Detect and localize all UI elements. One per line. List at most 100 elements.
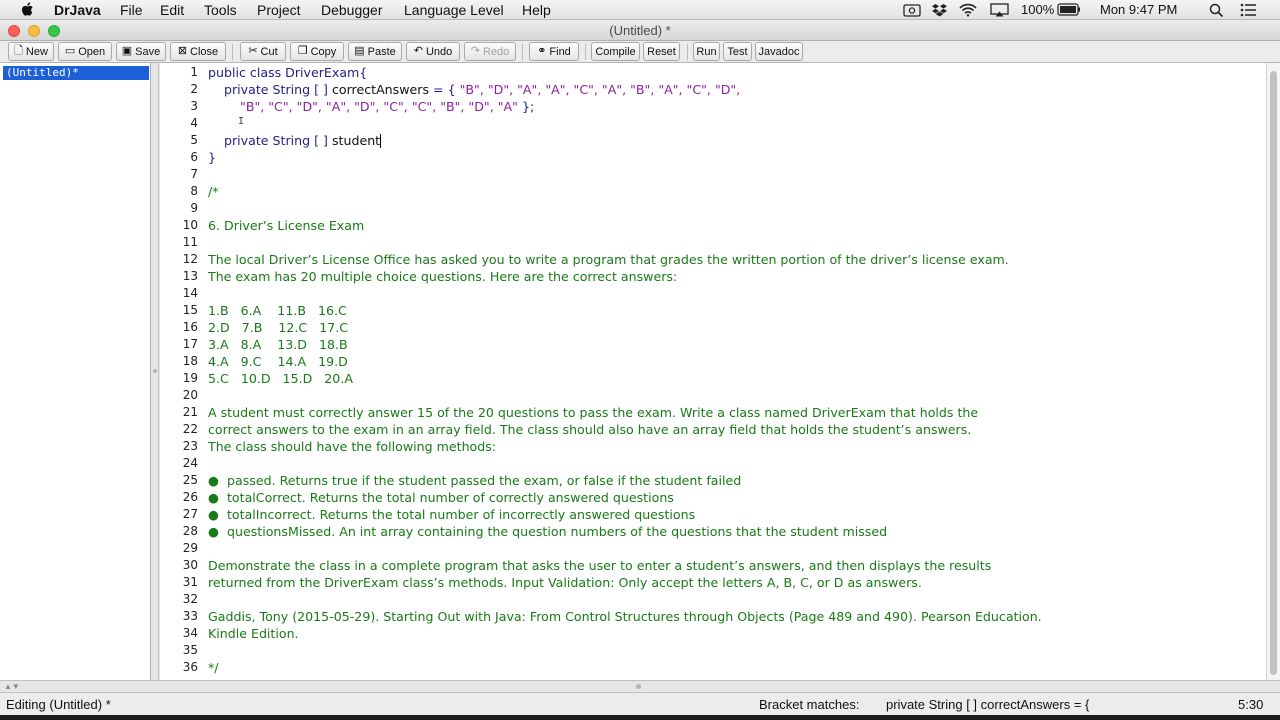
line-number: 1 [190,65,198,79]
line-number: 10 [182,218,198,232]
menu-project[interactable]: Project [257,2,301,18]
line-number: 30 [182,558,198,572]
code-line[interactable]: } [208,149,216,166]
javadoc-button[interactable]: Javadoc [755,42,803,61]
menu-edit[interactable]: Edit [160,2,184,18]
code-line[interactable]: The exam has 20 multiple choice question… [208,268,677,285]
cut-button[interactable]: ✂ Cut [240,42,286,61]
code-line[interactable]: 4.A 9.C 14.A 19.D [208,353,348,370]
airplay-icon[interactable] [990,3,1009,17]
code-line[interactable]: Demonstrate the class in a complete prog… [208,557,991,574]
new-button[interactable]: 🗋 New [8,42,54,61]
battery-icon[interactable] [1057,3,1081,16]
battery-percent: 100% [1021,2,1055,17]
menu-app-name[interactable]: DrJava [54,2,101,18]
code-line[interactable]: 2.D 7.B 12.C 17.C [208,319,348,336]
toolbar-separator [687,44,688,60]
open-folder-icon: ▭ [64,45,76,57]
cursor-position: 5:30 [1238,697,1264,712]
code-token: correctAnswers [331,82,430,97]
paste-button[interactable]: ▤ Paste [348,42,402,61]
menu-language-level[interactable]: Language Level [404,2,504,18]
code-line[interactable]: The class should have the following meth… [208,438,496,455]
code-line[interactable]: private String [ ] student [208,132,380,149]
line-number: 27 [182,507,198,521]
code-line[interactable]: A student must correctly answer 15 of th… [208,404,978,421]
new-button-label: New [25,45,48,58]
run-button-label: Run [696,45,717,58]
horizontal-splitter[interactable]: ▲▼ [0,680,1280,693]
line-number: 4 [190,116,198,130]
code-line[interactable]: public class DriverExam{ [208,64,367,81]
code-line[interactable]: 6. Driver’s License Exam [208,217,364,234]
menu-help[interactable]: Help [522,2,551,18]
code-editor[interactable]: 1 2 3 4 5 6 7 8 9 10 11 12 13 14 15 16 17 18 19 20 21 22 23 24 2… [160,63,1266,680]
save-button[interactable]: ▣ Save [116,42,166,61]
code-line[interactable]: ● totalCorrect. Returns the total number… [208,489,674,506]
line-number: 22 [182,422,198,436]
menu-clock[interactable]: Mon 9:47 PM [1100,2,1177,18]
spotlight-search-icon[interactable] [1209,3,1224,17]
code-line[interactable]: ● questionsMissed. An int array containi… [208,523,887,540]
line-number: 7 [190,167,198,181]
code-line[interactable]: "B", "C", "D", "A", "D", "C", "C", "B", … [208,98,534,115]
wifi-icon[interactable] [959,3,977,17]
vertical-scrollbar-thumb[interactable] [1270,71,1277,675]
code-line[interactable]: ● totalIncorrect. Returns the total numb… [208,506,695,523]
open-button[interactable]: ▭ Open [58,42,112,61]
line-number: 15 [182,303,198,317]
code-line[interactable]: correct answers to the exam in an array … [208,421,971,438]
find-button[interactable]: ⚭ Find [529,42,579,61]
compile-button[interactable]: Compile [591,42,640,61]
code-line[interactable]: 5.C 10.D 15.D 20.A [208,370,353,387]
code-line[interactable]: returned from the DriverExam class’s met… [208,574,922,591]
notification-center-icon[interactable] [1240,3,1257,17]
undo-button[interactable]: ↶ Undo [406,42,460,61]
line-number: 17 [182,337,198,351]
test-button-label: Test [727,45,748,58]
splitter-grip[interactable] [153,369,157,373]
line-number: 31 [182,575,198,589]
code-line[interactable]: 1.B 6.A 11.B 16.C [208,302,347,319]
code-line[interactable]: Kindle Edition. [208,625,299,642]
new-file-icon: 🗋 [14,45,23,57]
redo-button-label: Redo [482,45,510,58]
code-line[interactable]: */ [208,659,219,676]
code-token: private String [ ] [208,133,332,148]
window-title-bar[interactable]: (Untitled) * [0,20,1280,41]
vertical-scrollbar[interactable] [1266,63,1280,680]
vertical-splitter[interactable] [151,63,159,680]
redo-button[interactable]: ↷ Redo [464,42,516,61]
reset-button[interactable]: Reset [643,42,680,61]
code-line[interactable]: private String [ ] correctAnswers = { "B… [208,81,740,98]
code-line[interactable]: Gaddis, Tony (2015-05-29). Starting Out … [208,608,1042,625]
dropbox-icon[interactable] [931,3,948,17]
bracket-match-label: Bracket matches: [759,697,860,712]
apple-icon[interactable] [20,1,36,18]
document-list-item[interactable]: (Untitled)* [3,66,149,80]
line-number-gutter: 1 2 3 4 5 6 7 8 9 10 11 12 13 14 15 16 17 18 19 20 21 22 23 24 2… [160,63,203,680]
line-number: 20 [182,388,198,402]
copy-button[interactable]: ❐ Copy [290,42,344,61]
code-line[interactable]: ● passed. Returns true if the student pa… [208,472,741,489]
code-line[interactable]: /* [208,183,219,200]
menu-file[interactable]: File [120,2,143,18]
camera-icon[interactable] [903,3,921,17]
code-line[interactable]: 3.A 8.A 13.D 18.B [208,336,348,353]
line-number: 9 [190,201,198,215]
document-list: (Untitled)* [0,63,151,680]
test-button[interactable]: Test [723,42,752,61]
menu-tools[interactable]: Tools [204,2,237,18]
close-button[interactable]: ⊠ Close [170,42,226,61]
screen-bottom-edge [0,715,1280,720]
run-button[interactable]: Run [693,42,720,61]
collapse-arrow-icon[interactable]: ▲▼ [4,682,20,691]
line-number: 16 [182,320,198,334]
menu-debugger[interactable]: Debugger [321,2,383,18]
close-doc-icon: ⊠ [177,45,188,57]
bracket-match-text: private String [ ] correctAnswers = { [886,697,1090,712]
splitter-grip[interactable] [636,684,641,689]
code-line[interactable]: The local Driver’s License Office has as… [208,251,1009,268]
line-number: 5 [190,133,198,147]
line-number: 12 [182,252,198,266]
